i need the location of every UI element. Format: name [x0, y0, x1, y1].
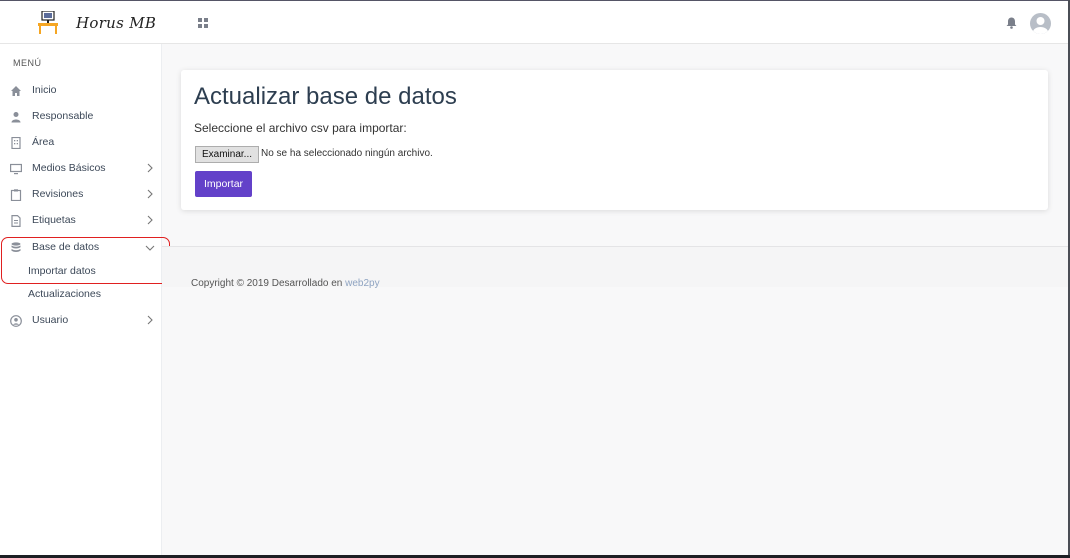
- monitor-icon: [10, 163, 22, 175]
- sidebar-item-label: Revisiones: [32, 188, 84, 200]
- sidebar-item-medios-basicos[interactable]: Medios Básicos: [0, 158, 161, 180]
- bell-icon[interactable]: [1006, 17, 1017, 29]
- browse-file-button[interactable]: Examinar...: [195, 146, 260, 163]
- sidebar-item-label: Base de datos: [32, 241, 100, 253]
- computer-desk-icon[interactable]: [38, 11, 58, 35]
- user-circle-icon: [10, 315, 22, 327]
- database-icon: [11, 242, 21, 253]
- web2py-link[interactable]: web2py: [345, 278, 379, 289]
- menu-heading: MENÚ: [13, 58, 42, 68]
- sidebar-item-usuario[interactable]: Usuario: [0, 310, 161, 332]
- document-icon: [11, 215, 21, 227]
- import-button[interactable]: Importar: [195, 171, 252, 197]
- sidebar-item-revisiones[interactable]: Revisiones: [0, 184, 161, 206]
- sidebar-item-label: Etiquetas: [32, 214, 76, 226]
- sidebar-item-responsable[interactable]: Responsable: [0, 106, 161, 128]
- home-icon: [11, 86, 21, 96]
- sidebar-item-label: Área: [32, 136, 55, 148]
- user-avatar[interactable]: [1030, 13, 1051, 34]
- sidebar-item-label: Inicio: [32, 84, 57, 96]
- chevron-right-icon: [147, 315, 153, 325]
- user-icon: [11, 112, 21, 123]
- page-title: Actualizar base de datos: [194, 83, 457, 110]
- copyright-text: Copyright © 2019 Desarrollado en: [191, 278, 343, 289]
- sidebar-item-base-de-datos[interactable]: Base de datos: [0, 237, 161, 259]
- sidebar-item-label: Responsable: [32, 110, 94, 122]
- submenu-item-actualizaciones[interactable]: Actualizaciones: [28, 288, 101, 300]
- sidebar-item-area[interactable]: Área: [0, 132, 161, 154]
- import-card: Actualizar base de datos Seleccione el a…: [181, 70, 1048, 210]
- chevron-right-icon: [147, 163, 153, 173]
- sidebar-item-label: Medios Básicos: [32, 162, 106, 174]
- top-header: Horus MB: [0, 1, 1068, 44]
- chevron-right-icon: [147, 189, 153, 199]
- building-icon: [11, 137, 21, 149]
- clipboard-icon: [10, 189, 22, 201]
- file-status-text: No se ha seleccionado ningún archivo.: [261, 148, 433, 159]
- apps-grid-icon[interactable]: [198, 18, 208, 28]
- footer-copyright: Copyright © 2019 Desarrollado en web2py: [191, 278, 380, 289]
- sidebar: MENÚ Inicio Responsable Área Medios Bási…: [0, 44, 162, 555]
- user-silhouette-icon: [1033, 17, 1048, 34]
- chevron-right-icon: [147, 215, 153, 225]
- sidebar-item-label: Usuario: [32, 314, 69, 326]
- submenu-item-importar-datos[interactable]: Importar datos: [28, 265, 96, 277]
- sidebar-item-etiquetas[interactable]: Etiquetas: [0, 210, 161, 232]
- chevron-down-icon: [145, 245, 155, 251]
- file-prompt-label: Seleccione el archivo csv para importar:: [194, 121, 407, 135]
- brand-name[interactable]: Horus MB: [76, 14, 156, 32]
- sidebar-item-inicio[interactable]: Inicio: [0, 80, 161, 102]
